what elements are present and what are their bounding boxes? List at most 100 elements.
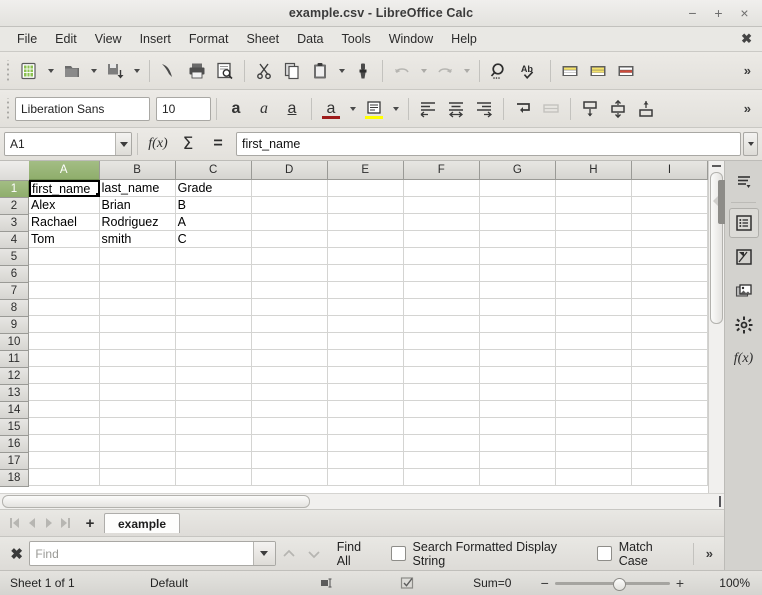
column-header-A[interactable]: A xyxy=(29,161,100,180)
formula-input-wrapper[interactable] xyxy=(236,132,741,156)
cell-A13[interactable] xyxy=(29,384,100,401)
zoom-slider[interactable]: − + xyxy=(531,576,694,591)
menu-view[interactable]: View xyxy=(86,29,131,49)
cell-H2[interactable] xyxy=(555,197,632,214)
cell-E3[interactable] xyxy=(327,214,404,231)
column-header-I[interactable]: I xyxy=(631,161,708,180)
row-header-2[interactable]: 2 xyxy=(0,198,29,215)
cell-I4[interactable] xyxy=(631,231,708,248)
cell-B15[interactable] xyxy=(99,418,176,435)
cell-H16[interactable] xyxy=(555,435,632,452)
cell-I2[interactable] xyxy=(631,197,708,214)
cell-D13[interactable] xyxy=(251,384,328,401)
cell-A12[interactable] xyxy=(29,367,100,384)
expand-formula-bar-button[interactable] xyxy=(743,132,758,156)
cell-E2[interactable] xyxy=(327,197,404,214)
new-document-button[interactable] xyxy=(15,57,43,85)
cell-H18[interactable] xyxy=(555,469,632,486)
cut-button[interactable] xyxy=(250,57,278,85)
cell-E17[interactable] xyxy=(327,452,404,469)
row-header-10[interactable]: 10 xyxy=(0,334,29,351)
menu-file[interactable]: File xyxy=(8,29,46,49)
cell-C3[interactable]: A xyxy=(175,214,252,231)
minimize-button[interactable]: − xyxy=(686,6,699,20)
sheet-tab-example[interactable]: example xyxy=(104,513,181,533)
cell-D12[interactable] xyxy=(251,367,328,384)
redo-dropdown[interactable] xyxy=(459,57,474,85)
next-sheet-button[interactable] xyxy=(40,514,57,532)
cell-G4[interactable] xyxy=(479,231,556,248)
italic-button[interactable]: a xyxy=(250,95,278,123)
cell-C8[interactable] xyxy=(175,299,252,316)
align-right-button[interactable] xyxy=(470,95,498,123)
cell-I10[interactable] xyxy=(631,333,708,350)
cell-A16[interactable] xyxy=(29,435,100,452)
insert-column-button[interactable] xyxy=(584,57,612,85)
underline-button[interactable]: a xyxy=(278,95,306,123)
cell-A15[interactable] xyxy=(29,418,100,435)
font-size-input[interactable] xyxy=(157,97,210,120)
open-document-button[interactable] xyxy=(58,57,86,85)
highlight-color-dropdown[interactable] xyxy=(388,95,403,123)
cell-C14[interactable] xyxy=(175,401,252,418)
formula-input[interactable] xyxy=(237,133,740,155)
zoom-in-button[interactable]: + xyxy=(676,576,684,590)
cell-H12[interactable] xyxy=(555,367,632,384)
cell-G11[interactable] xyxy=(479,350,556,367)
cell-G2[interactable] xyxy=(479,197,556,214)
cell-C6[interactable] xyxy=(175,265,252,282)
cell-G17[interactable] xyxy=(479,452,556,469)
cell-H9[interactable] xyxy=(555,316,632,333)
menu-data[interactable]: Data xyxy=(288,29,332,49)
cell-G8[interactable] xyxy=(479,299,556,316)
insert-mode[interactable] xyxy=(310,576,390,590)
cell-C12[interactable] xyxy=(175,367,252,384)
last-sheet-button[interactable] xyxy=(57,514,74,532)
cell-F3[interactable] xyxy=(403,214,480,231)
cell-I12[interactable] xyxy=(631,367,708,384)
cell-G10[interactable] xyxy=(479,333,556,350)
function-wizard-button[interactable]: f(x) xyxy=(143,131,173,157)
cell-F10[interactable] xyxy=(403,333,480,350)
find-history-dropdown-button[interactable] xyxy=(252,542,275,565)
cell-F14[interactable] xyxy=(403,401,480,418)
name-box[interactable] xyxy=(4,132,132,156)
cell-C16[interactable] xyxy=(175,435,252,452)
cell-H7[interactable] xyxy=(555,282,632,299)
cell-B11[interactable] xyxy=(99,350,176,367)
cell-A3[interactable]: Rachael xyxy=(29,214,100,231)
cell-F18[interactable] xyxy=(403,469,480,486)
cell-I9[interactable] xyxy=(631,316,708,333)
cell-B9[interactable] xyxy=(99,316,176,333)
cell-A2[interactable]: Alex xyxy=(29,197,100,214)
cell-A6[interactable] xyxy=(29,265,100,282)
row-header-9[interactable]: 9 xyxy=(0,317,29,334)
row-header-6[interactable]: 6 xyxy=(0,266,29,283)
find-toolbar-overflow[interactable]: » xyxy=(699,546,720,561)
align-center-button[interactable] xyxy=(442,95,470,123)
cell-B10[interactable] xyxy=(99,333,176,350)
cell-B7[interactable] xyxy=(99,282,176,299)
cell-C1[interactable]: Grade xyxy=(175,180,252,197)
cell-A11[interactable] xyxy=(29,350,100,367)
column-header-D[interactable]: D xyxy=(251,161,328,180)
cell-H14[interactable] xyxy=(555,401,632,418)
cell-F9[interactable] xyxy=(403,316,480,333)
cell-B18[interactable] xyxy=(99,469,176,486)
highlight-color-button[interactable] xyxy=(360,95,388,123)
previous-sheet-button[interactable] xyxy=(23,514,40,532)
add-sheet-button[interactable]: + xyxy=(80,513,100,533)
row-header-8[interactable]: 8 xyxy=(0,300,29,317)
cell-A9[interactable] xyxy=(29,316,100,333)
first-sheet-button[interactable] xyxy=(6,514,23,532)
maximize-button[interactable]: + xyxy=(712,6,725,20)
close-find-toolbar-button[interactable]: ✖ xyxy=(4,542,29,566)
cell-B4[interactable]: smith xyxy=(99,231,176,248)
menu-edit[interactable]: Edit xyxy=(46,29,86,49)
cell-C5[interactable] xyxy=(175,248,252,265)
cell-C18[interactable] xyxy=(175,469,252,486)
cell-F5[interactable] xyxy=(403,248,480,265)
zoom-knob[interactable] xyxy=(612,577,626,591)
cell-C11[interactable] xyxy=(175,350,252,367)
save-document-dropdown[interactable] xyxy=(129,57,144,85)
